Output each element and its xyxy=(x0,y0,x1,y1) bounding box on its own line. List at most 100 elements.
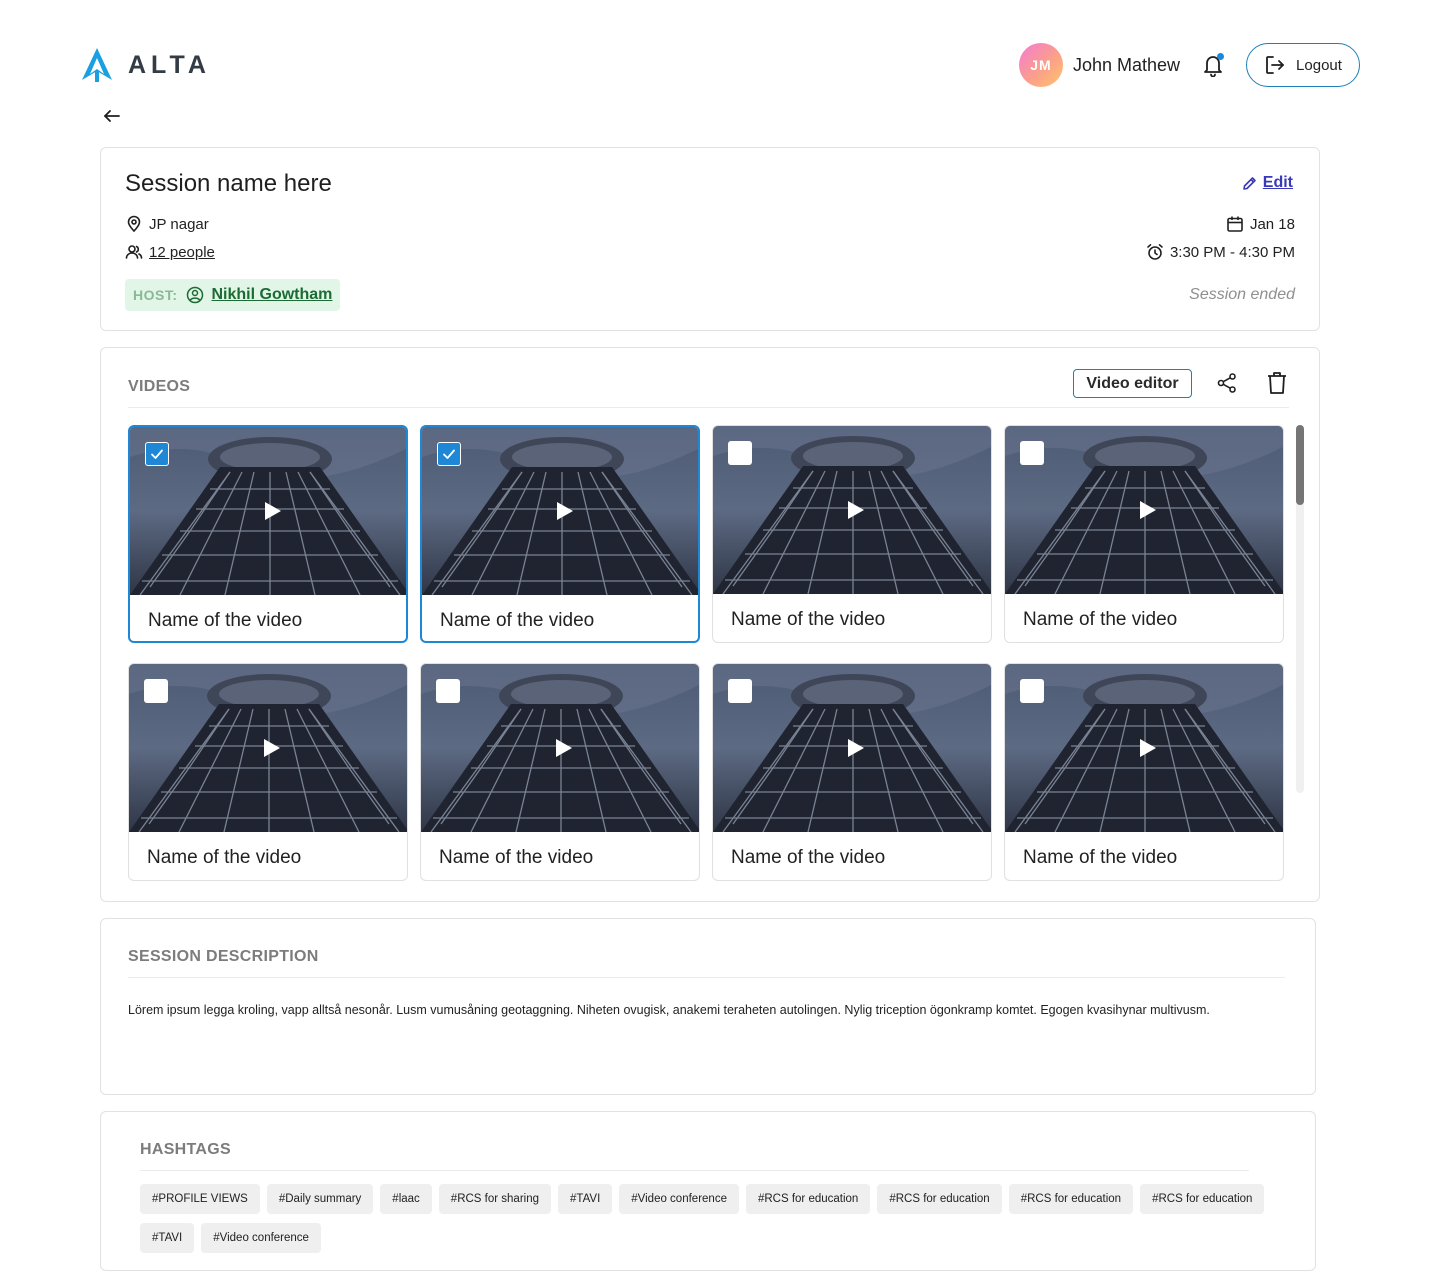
video-name: Name of the video xyxy=(1023,609,1178,630)
video-card[interactable]: Name of the video xyxy=(1004,663,1284,881)
notification-bell-icon[interactable] xyxy=(1202,53,1224,78)
hashtag-chip[interactable]: #RCS for education xyxy=(745,1184,871,1214)
video-name: Name of the video xyxy=(148,610,303,631)
user-circle-icon xyxy=(186,286,203,304)
session-people[interactable]: 12 people xyxy=(125,243,215,261)
host-label: HOST: xyxy=(133,287,178,303)
avatar[interactable]: JM xyxy=(1018,43,1063,87)
date-text: Jan 18 xyxy=(1249,215,1295,233)
play-icon[interactable] xyxy=(552,737,574,759)
scrollbar-thumb[interactable] xyxy=(1296,425,1304,505)
trash-icon[interactable] xyxy=(1266,371,1288,395)
session-card: Session name here Edit JP nagar 12 peopl… xyxy=(100,147,1320,331)
video-thumbnail[interactable] xyxy=(713,426,991,594)
video-editor-button[interactable]: Video editor xyxy=(1073,369,1192,398)
hashtags-divider xyxy=(140,1170,1249,1171)
video-checkbox[interactable] xyxy=(145,442,169,466)
hashtag-chip[interactable]: #RCS for education xyxy=(1140,1184,1265,1214)
hashtag-chip[interactable]: #RCS for sharing xyxy=(438,1184,552,1214)
video-checkbox[interactable] xyxy=(437,442,461,466)
location-text: JP nagar xyxy=(149,215,209,233)
session-date: Jan 18 xyxy=(1226,215,1295,233)
time-text: 3:30 PM - 4:30 PM xyxy=(1169,243,1295,261)
people-icon xyxy=(125,245,143,259)
video-thumbnail[interactable] xyxy=(713,664,991,832)
video-card[interactable]: Name of the video xyxy=(420,425,700,643)
notification-dot xyxy=(1217,53,1224,60)
hashtag-chip[interactable]: #RCS for education xyxy=(1008,1184,1134,1214)
description-divider xyxy=(128,977,1285,978)
session-title: Session name here xyxy=(125,170,332,197)
video-card[interactable]: Name of the video xyxy=(1004,425,1284,643)
play-icon[interactable] xyxy=(1136,499,1158,521)
video-thumbnail[interactable] xyxy=(129,664,407,832)
play-icon[interactable] xyxy=(844,499,866,521)
logout-icon xyxy=(1266,56,1284,74)
back-arrow-icon[interactable] xyxy=(102,106,122,126)
video-thumbnail[interactable] xyxy=(1005,426,1283,594)
play-icon[interactable] xyxy=(260,737,282,759)
description-text: Lörem ipsum legga kroling, vapp alltså n… xyxy=(128,1003,1210,1017)
video-name: Name of the video xyxy=(439,847,594,868)
hashtag-chip[interactable]: #laac xyxy=(380,1184,432,1214)
video-card[interactable]: Name of the video xyxy=(420,663,700,881)
video-checkbox[interactable] xyxy=(1020,679,1044,703)
hashtag-chip[interactable]: #Video conference xyxy=(201,1223,321,1253)
video-scrollbar[interactable] xyxy=(1296,425,1304,793)
description-heading: SESSION DESCRIPTION xyxy=(128,948,319,965)
hashtags-heading: HASHTAGS xyxy=(140,1141,231,1158)
hashtag-chip[interactable]: #TAVI xyxy=(140,1223,195,1253)
edit-label: Edit xyxy=(1262,174,1293,191)
share-icon[interactable] xyxy=(1216,372,1238,394)
video-name: Name of the video xyxy=(731,847,886,868)
pencil-icon xyxy=(1242,176,1256,190)
session-status: Session ended xyxy=(1189,286,1295,303)
video-checkbox[interactable] xyxy=(1020,441,1044,465)
video-name: Name of the video xyxy=(440,610,595,631)
play-icon[interactable] xyxy=(553,500,575,522)
calendar-icon xyxy=(1227,216,1243,232)
video-checkbox[interactable] xyxy=(728,441,752,465)
alta-logo-icon xyxy=(82,48,112,82)
logout-label: Logout xyxy=(1296,56,1342,74)
logout-button[interactable]: Logout xyxy=(1246,43,1360,87)
video-card[interactable]: Name of the video xyxy=(712,425,992,643)
user-name[interactable]: John Mathew xyxy=(1073,55,1180,76)
hashtag-chip[interactable]: #RCS for education xyxy=(877,1184,1002,1214)
hashtag-chip[interactable]: #PROFILE VIEWS xyxy=(140,1184,260,1214)
videos-heading: VIDEOS xyxy=(128,378,191,395)
hashtag-chip[interactable]: #TAVI xyxy=(558,1184,613,1214)
alta-logo[interactable]: ALTA xyxy=(80,46,211,84)
hashtags-card: HASHTAGS #PROFILE VIEWS #Daily summary #la… xyxy=(100,1111,1316,1271)
video-card[interactable]: Name of the video xyxy=(712,663,992,881)
video-thumbnail[interactable] xyxy=(422,427,698,595)
video-card[interactable]: Name of the video xyxy=(128,663,408,881)
video-thumbnail[interactable] xyxy=(1005,664,1283,832)
logo-wordmark: ALTA xyxy=(128,50,211,79)
video-thumbnail[interactable] xyxy=(421,664,699,832)
session-location: JP nagar xyxy=(125,215,209,233)
session-description-card: SESSION DESCRIPTION Lörem ipsum legga kr… xyxy=(100,918,1316,1095)
edit-link[interactable]: Edit xyxy=(1242,174,1293,192)
session-time: 3:30 PM - 4:30 PM xyxy=(1146,243,1295,261)
video-checkbox[interactable] xyxy=(728,679,752,703)
videos-divider xyxy=(128,407,1289,408)
video-thumbnail[interactable] xyxy=(130,427,406,595)
hashtag-list: #PROFILE VIEWS #Daily summary #laac #RCS fo… xyxy=(140,1184,1300,1253)
video-name: Name of the video xyxy=(147,847,302,868)
video-name: Name of the video xyxy=(1023,847,1178,868)
video-name: Name of the video xyxy=(731,609,886,630)
play-icon[interactable] xyxy=(844,737,866,759)
people-count[interactable]: 12 people xyxy=(149,244,215,261)
location-pin-icon xyxy=(127,215,141,233)
host-name[interactable]: Nikhil Gowtham xyxy=(212,286,333,304)
hashtag-chip[interactable]: #Video conference xyxy=(619,1184,739,1214)
play-icon[interactable] xyxy=(1136,737,1158,759)
video-card[interactable]: Name of the video xyxy=(128,425,408,643)
video-checkbox[interactable] xyxy=(144,679,168,703)
hashtag-chip[interactable]: #Daily summary xyxy=(266,1184,374,1214)
user-area: JM John Mathew Logout xyxy=(1018,43,1360,87)
play-icon[interactable] xyxy=(261,500,283,522)
alarm-clock-icon xyxy=(1147,244,1163,260)
video-checkbox[interactable] xyxy=(436,679,460,703)
